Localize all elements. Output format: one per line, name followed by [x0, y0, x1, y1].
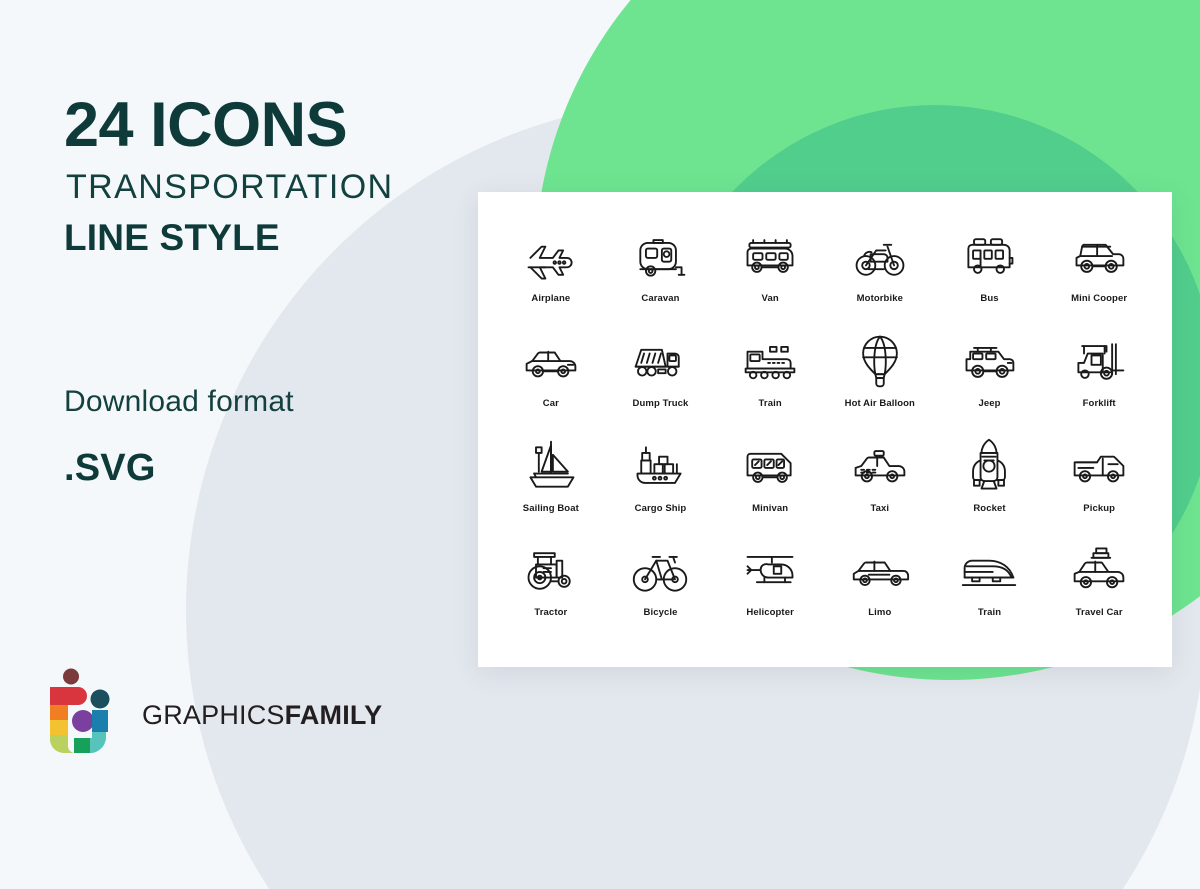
icon-label: Cargo Ship [634, 502, 687, 514]
icon-cell-helicopter[interactable]: Helicopter [715, 540, 825, 645]
page-title: 24 ICONS [64, 90, 348, 160]
icon-label: Dump Truck [632, 397, 689, 409]
hero-text-block: 24 ICONS TRANSPORTATION LINE STYLE [64, 90, 484, 259]
hot-air-balloon-icon [850, 331, 910, 391]
graphicsfamily-logo-text: GRAPHICSFAMILY [142, 700, 382, 731]
icon-label: Mini Cooper [1071, 293, 1128, 304]
minivan-icon [740, 436, 800, 496]
motorbike-icon [850, 226, 910, 286]
icon-cell-airplane[interactable]: Airplane [496, 226, 606, 331]
icon-label: Forklift [1082, 397, 1116, 409]
icon-cell-train-bullet[interactable]: Train [935, 540, 1045, 645]
travel-car-icon [1069, 540, 1129, 600]
helicopter-icon [740, 540, 800, 600]
pickup-icon [1069, 436, 1129, 496]
icon-showcase-card: Airplane Caravan Van Motorbike Bus Mini … [478, 192, 1172, 667]
icon-label: Airplane [531, 293, 571, 304]
icon-cell-sailing-boat[interactable]: Sailing Boat [496, 436, 606, 541]
icon-cell-bus[interactable]: Bus [935, 226, 1045, 331]
icon-cell-train[interactable]: Train [715, 331, 825, 436]
icon-cell-car[interactable]: Car [496, 331, 606, 436]
icon-cell-dump-truck[interactable]: Dump Truck [606, 331, 716, 436]
icon-cell-bicycle[interactable]: Bicycle [606, 540, 716, 645]
icon-label: Travel Car [1075, 607, 1123, 619]
logo-text-light: GRAPHICS [142, 699, 285, 730]
dump-truck-icon [630, 331, 690, 391]
jeep-icon [959, 331, 1019, 391]
tractor-icon [521, 540, 581, 600]
icon-cell-motorbike[interactable]: Motorbike [825, 226, 935, 331]
icon-label: Minivan [752, 502, 789, 514]
icon-cell-travel-car[interactable]: Travel Car [1044, 540, 1154, 645]
page-subtitle: TRANSPORTATION [66, 167, 394, 206]
rocket-icon [959, 436, 1019, 496]
bicycle-icon [630, 540, 690, 600]
icon-label: Train [758, 397, 782, 409]
icon-label: Van [761, 293, 779, 304]
taxi-icon [850, 436, 910, 496]
limo-icon [850, 540, 910, 600]
icon-label: Car [542, 397, 559, 409]
forklift-icon [1069, 331, 1129, 391]
icon-cell-cargo-ship[interactable]: Cargo Ship [606, 436, 716, 541]
car-icon [521, 331, 581, 391]
icon-label: Rocket [973, 502, 1006, 514]
icon-label: Sailing Boat [522, 502, 579, 514]
icon-cell-taxi[interactable]: Taxi [825, 436, 935, 541]
icon-label: Tractor [534, 607, 568, 619]
icon-cell-tractor[interactable]: Tractor [496, 540, 606, 645]
icon-cell-rocket[interactable]: Rocket [935, 436, 1045, 541]
graphicsfamily-logo[interactable]: GRAPHICSFAMILY [48, 668, 382, 762]
download-format-value: .SVG [64, 447, 156, 489]
icon-label: Helicopter [746, 607, 794, 619]
logo-text-bold: FAMILY [284, 699, 383, 730]
graphicsfamily-logo-mark [48, 668, 130, 762]
icon-label: Taxi [870, 502, 890, 514]
page-style-label: LINE STYLE [64, 216, 280, 258]
train-bullet-icon [959, 540, 1019, 600]
icon-cell-jeep[interactable]: Jeep [935, 331, 1045, 436]
icon-label: Train [977, 607, 1002, 619]
icon-label: Hot Air Balloon [844, 397, 915, 409]
icon-label: Bicycle [643, 607, 678, 619]
icon-label: Motorbike [856, 293, 903, 304]
sailing-boat-icon [521, 436, 581, 496]
icon-label: Bus [980, 293, 999, 304]
icon-cell-forklift[interactable]: Forklift [1044, 331, 1154, 436]
train-icon [740, 331, 800, 391]
icon-label: Limo [868, 607, 892, 619]
van-icon [740, 226, 800, 286]
icon-cell-hot-air-balloon[interactable]: Hot Air Balloon [825, 331, 935, 436]
icon-cell-limo[interactable]: Limo [825, 540, 935, 645]
icon-label: Pickup [1083, 502, 1116, 514]
download-format-label: Download format [64, 385, 294, 418]
cargo-ship-icon [630, 436, 690, 496]
icon-label: Caravan [641, 293, 680, 304]
icon-label: Jeep [978, 397, 1001, 409]
icon-cell-caravan[interactable]: Caravan [606, 226, 716, 331]
bus-icon [959, 226, 1019, 286]
icon-cell-pickup[interactable]: Pickup [1044, 436, 1154, 541]
airplane-icon [521, 226, 581, 286]
icon-cell-minivan[interactable]: Minivan [715, 436, 825, 541]
download-format-block: Download format .SVG [64, 385, 294, 490]
icon-cell-van[interactable]: Van [715, 226, 825, 331]
icon-cell-mini-cooper[interactable]: Mini Cooper [1044, 226, 1154, 331]
caravan-icon [630, 226, 690, 286]
icon-grid: Airplane Caravan Van Motorbike Bus Mini … [496, 226, 1154, 645]
mini-cooper-icon [1069, 226, 1129, 286]
poster-stage: 24 ICONS TRANSPORTATION LINE STYLE Downl… [0, 0, 1200, 889]
